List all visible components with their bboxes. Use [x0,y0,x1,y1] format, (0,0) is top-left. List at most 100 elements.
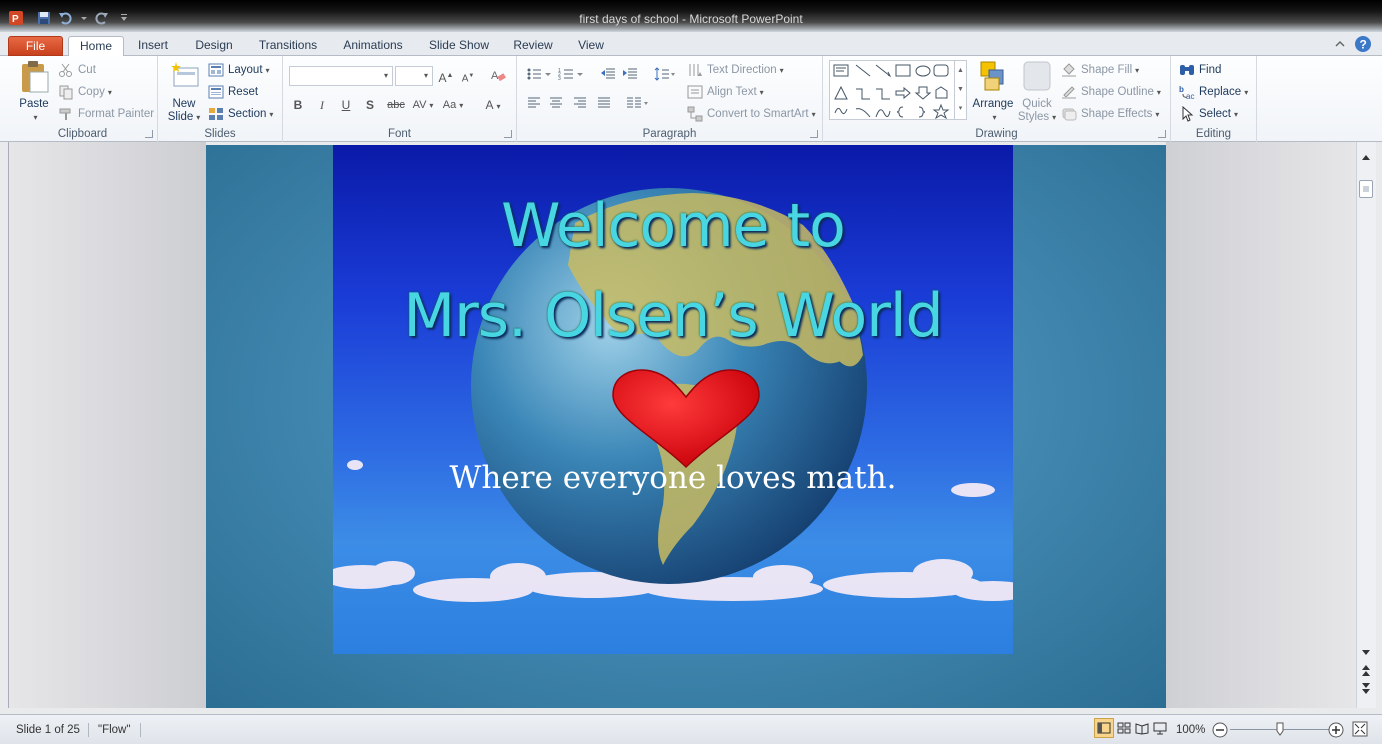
scroll-down-icon[interactable] [1361,646,1371,660]
shapes-gallery-icons [833,64,950,120]
bullets-icon[interactable] [525,67,553,85]
font-name-combo[interactable]: ▾ [289,66,393,86]
replace-button[interactable]: b ac Replace ▾ [1179,84,1248,100]
title-bar: P first days of school - Microsoft Power… [0,0,1382,32]
bold-icon[interactable]: B [289,96,307,114]
paragraph-group-label: Paragraph [642,128,697,140]
tab-transitions[interactable]: Transitions [252,36,324,56]
align-right-icon[interactable] [571,96,589,114]
drawing-dialog-launcher[interactable] [1158,130,1166,138]
next-slide-icon[interactable] [1361,682,1371,699]
zoom-in-icon[interactable] [1328,722,1344,742]
grow-font-icon[interactable]: A▲ [437,67,455,85]
pencil-icon [1062,86,1076,99]
help-icon[interactable]: ? [1354,35,1372,53]
shapes-gallery[interactable]: ▲ ▼ ▾ [829,60,967,120]
italic-icon[interactable]: I [313,96,331,114]
zoom-level[interactable]: 100% [1176,720,1205,740]
smartart-icon [687,106,703,122]
scroll-up-icon[interactable] [1361,150,1371,164]
vertical-scrollbar[interactable] [1356,142,1376,708]
select-button[interactable]: Select ▾ [1179,106,1238,122]
quick-styles-label: Quick [1022,98,1052,110]
tab-review[interactable]: Review [508,36,558,56]
arrange-label: Arrange [972,98,1014,110]
font-size-combo[interactable]: ▾ [395,66,433,86]
find-button[interactable]: Find [1179,62,1221,78]
quick-styles-label-2: Styles [1017,111,1050,123]
slide-subtitle[interactable]: Where everyone loves math. [333,460,1013,496]
quick-styles-icon [1023,61,1051,91]
slides-group-label: Slides [204,128,236,140]
tab-insert[interactable]: Insert [130,36,176,56]
quick-styles-button[interactable]: Quick Styles ▾ [1017,58,1057,124]
tab-design[interactable]: Design [188,36,240,56]
reset-button[interactable]: Reset [208,84,258,100]
svg-text:ac: ac [1186,92,1194,100]
shrink-font-icon[interactable]: A▼ [459,67,477,85]
copy-icon [59,85,73,100]
numbering-icon[interactable]: 123 [557,67,585,85]
copy-button[interactable]: Copy ▾ [58,84,112,100]
underline-icon[interactable]: U [337,96,355,114]
arrange-button[interactable]: Arrange ▾ [971,58,1015,124]
previous-slide-icon[interactable] [1361,664,1371,681]
format-painter-label: Format Painter [78,108,155,120]
align-text-button[interactable]: Align Text ▾ [687,84,764,100]
line-spacing-icon[interactable] [653,67,677,85]
clipboard-dialog-launcher[interactable] [145,130,153,138]
character-spacing-icon[interactable]: AV ▾ [411,96,435,114]
layout-button[interactable]: Layout ▾ [208,62,270,78]
left-gutter [8,142,206,708]
shape-effects-label: Shape Effects [1081,108,1153,120]
shape-effects-button[interactable]: Shape Effects ▾ [1061,106,1159,122]
paste-button[interactable]: Paste ▾ [14,60,54,124]
clear-formatting-icon[interactable]: A [489,67,507,85]
section-label: Section [228,108,267,120]
format-painter-button[interactable]: Format Painter [58,106,154,122]
tab-view[interactable]: View [570,36,612,56]
slide[interactable]: Welcome to Mrs. Olsen’s World Where ever… [333,145,1013,654]
new-slide-button[interactable]: New Slide ▾ [164,60,204,124]
decrease-indent-icon[interactable] [599,67,617,85]
minimize-ribbon-icon[interactable] [1333,36,1347,56]
columns-icon[interactable] [625,96,651,114]
font-color-icon[interactable]: A ▾ [481,96,505,114]
theme-name[interactable]: "Flow" [98,720,130,740]
shapes-gallery-scroll[interactable]: ▲ ▼ ▾ [954,61,966,119]
text-direction-button[interactable]: Text Direction ▾ [687,62,784,78]
align-left-icon[interactable] [525,96,543,114]
slide-title-line-1[interactable]: Welcome to [333,191,1013,261]
slide-show-view-icon[interactable] [1152,720,1168,740]
section-button[interactable]: Section ▾ [208,106,273,122]
convert-smartart-button[interactable]: Convert to SmartArt ▾ [687,106,816,122]
slide-counter[interactable]: Slide 1 of 25 [16,720,80,740]
format-painter-icon [59,108,71,120]
zoom-out-icon[interactable] [1212,722,1228,742]
shape-outline-button[interactable]: Shape Outline ▾ [1061,84,1161,100]
tab-animations[interactable]: Animations [336,36,410,56]
align-center-icon[interactable] [547,96,565,114]
reset-icon [208,85,224,99]
zoom-slider-thumb[interactable] [1276,722,1284,736]
scroll-thumb[interactable] [1359,180,1373,198]
normal-view-icon[interactable] [1094,718,1114,738]
svg-text:3: 3 [558,76,561,81]
change-case-icon[interactable]: Aa ▾ [441,96,465,114]
cut-button[interactable]: Cut [58,62,96,78]
shape-fill-button[interactable]: Shape Fill ▾ [1061,62,1139,78]
justify-icon[interactable] [595,96,613,114]
tab-file[interactable]: File [8,36,63,56]
fit-slide-icon[interactable] [1352,721,1368,741]
strikethrough-icon[interactable]: abc [385,96,407,114]
tab-slide-show[interactable]: Slide Show [422,36,496,56]
tab-home[interactable]: Home [68,36,124,57]
slide-title-line-2[interactable]: Mrs. Olsen’s World [333,281,1013,351]
increase-indent-icon[interactable] [621,67,639,85]
text-shadow-icon[interactable]: S [361,96,379,114]
svg-text:?: ? [1360,38,1367,52]
font-dialog-launcher[interactable] [504,130,512,138]
paragraph-dialog-launcher[interactable] [810,130,818,138]
slide-sorter-view-icon[interactable] [1116,720,1132,740]
reading-view-icon[interactable] [1134,720,1150,740]
